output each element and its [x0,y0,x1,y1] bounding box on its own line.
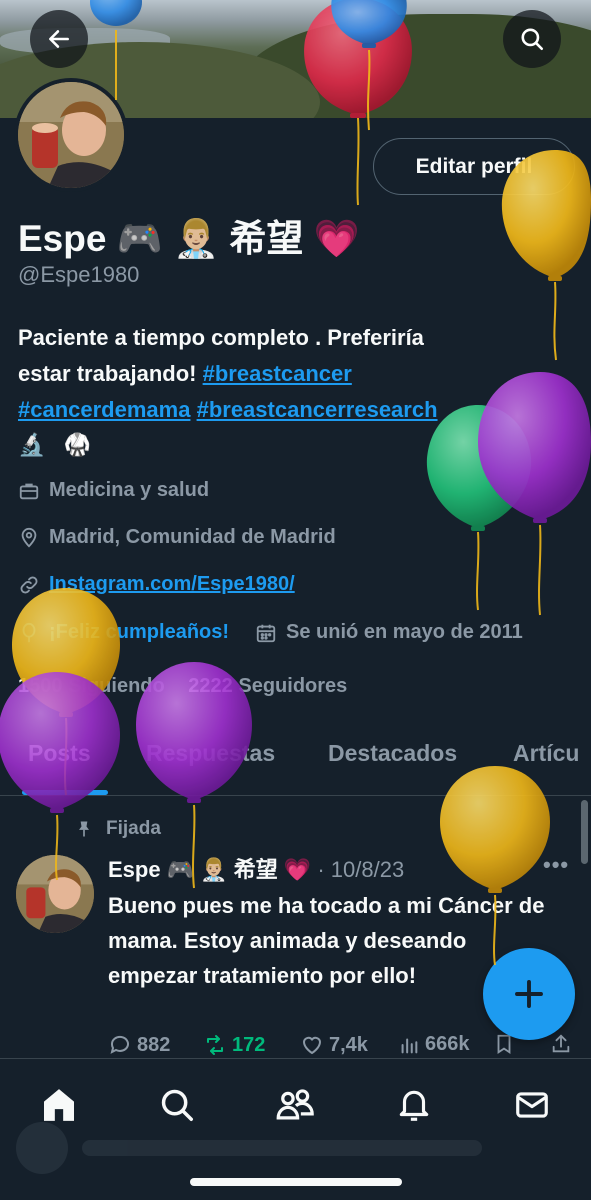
search-button[interactable] [503,10,561,68]
follow-stats: 1500 Siguiendo 2222 Seguidores [18,675,347,698]
followers-link[interactable]: 2222 Seguidores [188,675,347,697]
faded-text [82,1140,482,1156]
birthday-text: ¡Feliz cumpleaños! [49,621,230,643]
like-button[interactable]: 7,4k [300,1033,368,1057]
views-count: 666k [425,1033,470,1055]
pinned-label: Fijada [74,818,161,840]
location-pin-icon [21,527,37,548]
website-link[interactable]: Instagram.com/Espe1980/ [49,573,295,596]
repost-count: 172 [232,1033,266,1056]
website-row: Instagram.com/Espe1980/ [18,573,295,596]
following-link[interactable]: 1500 Siguiendo [18,675,165,697]
link-icon [20,576,38,593]
share-icon [552,1034,570,1053]
profile-avatar[interactable] [14,78,128,192]
post-date[interactable]: · 10/8/23 [317,857,404,882]
birthday-joined-row: ¡Feliz cumpleaños! Se unió en mayo de 20… [18,621,523,644]
location-text: Madrid, Comunidad de Madrid [49,526,336,548]
following-count: 1500 [18,675,63,697]
post-author[interactable]: Espe 🎮 👨🏼‍⚕️ 希望 💗 [108,857,311,882]
more-options-icon[interactable]: ••• [543,852,569,878]
repost-icon [207,1035,223,1055]
balloon-icon [22,622,36,642]
reply-count: 882 [137,1033,171,1056]
calendar-icon [256,624,276,642]
followers-label: Seguidores [238,675,348,697]
search-icon [521,28,544,51]
reply-icon [110,1035,129,1054]
like-count: 7,4k [329,1033,368,1056]
hashtag-link[interactable]: #breastcancerresearch [197,397,438,422]
followers-count: 2222 [188,675,233,697]
active-tab-indicator [22,790,108,795]
avatar-photo [16,855,94,933]
tab-posts[interactable]: Posts [28,740,91,767]
plus-icon [515,980,543,1008]
share-button[interactable] [550,1033,572,1055]
heart-icon [302,1036,322,1055]
balloon-green [426,405,532,611]
joined-text: Se unió en mayo de 2011 [286,621,523,643]
profile-tabs: Posts Respuestas Destacados Artícu [0,724,591,796]
following-label: Siguiendo [68,675,165,697]
profile-handle: @Espe1980 [18,262,140,287]
bio-emoji: 🔬 🥋 [18,432,97,457]
profile-name: Espe 🎮 👨🏼‍⚕️ 希望 💗 [18,218,360,259]
repost-button[interactable]: 172 [203,1033,265,1057]
compose-button[interactable] [483,948,575,1040]
tab-replies[interactable]: Respuestas [146,740,275,767]
reply-button[interactable]: 882 [108,1033,170,1057]
edit-profile-button[interactable]: Editar perfil [373,138,575,195]
tab-highlights[interactable]: Destacados [328,740,457,767]
bio-line: #cancerdemama #breastcancerresearch [18,392,558,428]
category-text: Medicina y salud [49,479,210,501]
bio-text: estar trabajando! [18,361,203,386]
views-chart-icon [401,1037,418,1053]
pinned-text: Fijada [106,818,161,839]
scrollbar-thumb[interactable] [581,800,588,864]
post-avatar[interactable] [16,855,94,933]
tab-articles[interactable]: Artícu [513,740,579,767]
views-button[interactable]: 666k [398,1033,470,1056]
faded-next-post [16,1118,576,1178]
hashtag-link[interactable]: #cancerdemama [18,397,190,422]
home-indicator [190,1178,402,1186]
briefcase-icon [19,483,39,499]
category-row: Medicina y salud [18,479,209,502]
profile-bio: Paciente a tiempo completo . Preferiría … [18,320,558,428]
location-row: Madrid, Comunidad de Madrid [18,526,336,549]
bio-line: estar trabajando! #breastcancer [18,356,558,392]
avatar-photo [18,82,124,188]
pin-icon [79,821,89,837]
hashtag-link[interactable]: #breastcancer [203,361,352,386]
arrow-left-icon [49,30,69,48]
bio-line: Paciente a tiempo completo . Preferiría [18,325,424,350]
back-button[interactable] [30,10,88,68]
post-header: Espe 🎮 👨🏼‍⚕️ 希望 💗 · 10/8/23 [108,852,404,884]
faded-avatar [16,1122,68,1174]
